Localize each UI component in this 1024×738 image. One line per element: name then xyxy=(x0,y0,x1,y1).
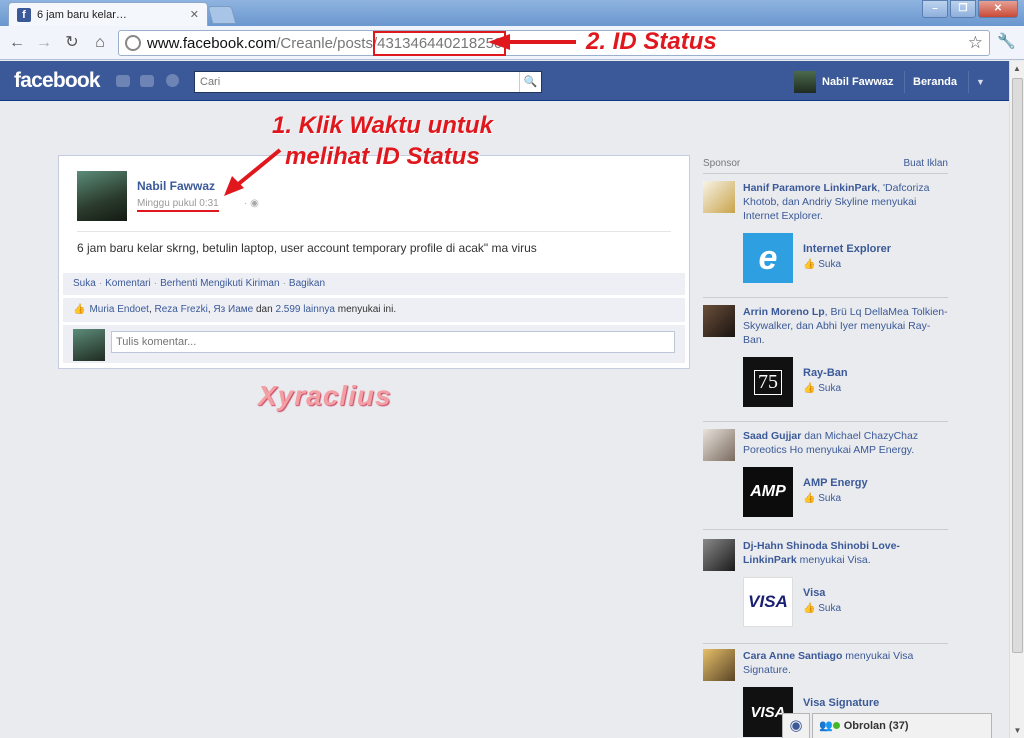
url-path: /Creanle/posts/ xyxy=(276,34,378,52)
ad-like-link[interactable]: 👍 Suka xyxy=(803,493,841,504)
back-icon[interactable]: ← xyxy=(6,32,28,54)
notifications-globe-icon[interactable] xyxy=(166,74,179,87)
scroll-thumb[interactable] xyxy=(1012,78,1023,653)
ad-page-name[interactable]: Internet Explorer xyxy=(803,243,891,255)
friend-avatar[interactable] xyxy=(703,305,735,337)
page-scrollbar[interactable]: ▲ ▼ xyxy=(1009,61,1024,738)
chat-globe-icon[interactable]: ◉ xyxy=(782,713,810,738)
url-host: www.facebook.com xyxy=(147,34,277,52)
search-box: 🔍 xyxy=(194,71,542,93)
create-ad-link[interactable]: Buat Iklan xyxy=(904,158,948,169)
reload-icon[interactable]: ↻ xyxy=(61,32,83,54)
tab-close-icon[interactable]: ✕ xyxy=(190,8,199,21)
ad-page-name[interactable]: Visa xyxy=(803,587,825,599)
amp-energy-logo-icon[interactable]: AMP xyxy=(743,467,793,517)
account-menu-chevron-down-icon[interactable]: ▼ xyxy=(968,71,992,93)
ad-like-link[interactable]: 👍 Suka xyxy=(803,259,841,270)
post-author[interactable]: Nabil Fawwaz xyxy=(137,179,215,193)
scroll-up-icon[interactable]: ▲ xyxy=(1010,61,1024,76)
annotation-step-2: 2. ID Status xyxy=(586,28,717,55)
sponsor-header: Sponsor Buat Iklan xyxy=(703,158,948,174)
search-icon[interactable]: 🔍 xyxy=(519,72,541,92)
ad-like-link[interactable]: 👍 Suka xyxy=(803,383,841,394)
page-info-icon[interactable] xyxy=(125,35,141,51)
friend-avatar[interactable] xyxy=(703,649,735,681)
online-status-icon xyxy=(832,722,840,729)
divider xyxy=(77,231,671,232)
ray-ban-logo-icon[interactable]: 75 xyxy=(743,357,793,407)
internet-explorer-logo-icon[interactable]: e xyxy=(743,233,793,283)
facebook-favicon-icon: f xyxy=(17,7,31,22)
watermark: Xyraclius xyxy=(258,380,392,411)
messages-icon[interactable] xyxy=(140,75,154,87)
tab-title: 6 jam baru kelar… xyxy=(37,8,127,21)
post-actions: Suka · Komentari · Berhenti Mengikuti Kirima… xyxy=(63,273,685,295)
friend-avatar[interactable] xyxy=(703,429,735,461)
avatar xyxy=(794,71,816,93)
liker-link[interactable]: Яз Иаме xyxy=(213,304,253,315)
restore-icon[interactable]: ❐ xyxy=(950,0,976,18)
liker-link[interactable]: Reza Frezki xyxy=(155,304,208,315)
friend-avatar[interactable] xyxy=(703,181,735,213)
annotation-arrow-1 xyxy=(224,148,282,196)
share-link[interactable]: Bagikan xyxy=(289,278,325,289)
chat-button[interactable]: 👥 Obrolan (37) xyxy=(812,713,992,738)
ad-page-name[interactable]: Ray-Ban xyxy=(803,367,848,379)
wrench-menu-icon[interactable]: 🔧 xyxy=(997,32,1016,50)
facebook-header: facebook 🔍 Nabil Fawwaz Beranda ▼ xyxy=(0,61,1009,101)
window-close-icon[interactable]: ✕ xyxy=(978,0,1018,18)
thumbs-up-icon: 👍 xyxy=(73,304,86,315)
new-tab-button[interactable] xyxy=(207,6,237,24)
author-avatar[interactable] xyxy=(77,171,127,221)
like-link[interactable]: Suka xyxy=(73,278,96,289)
annotation-step-1: 1. Klik Waktu untuk melihat ID Status xyxy=(272,112,493,170)
post-text: 6 jam baru kelar skrng, betulin laptop, … xyxy=(77,241,537,255)
status-post: Nabil Fawwaz Minggu pukul 0:31 · ◉ 6 jam… xyxy=(58,155,690,369)
home-icon[interactable]: ⌂ xyxy=(89,32,111,54)
post-timestamp[interactable]: Minggu pukul 0:31 xyxy=(137,198,219,212)
comment-link[interactable]: Komentari xyxy=(105,278,151,289)
scroll-down-icon[interactable]: ▼ xyxy=(1010,723,1024,738)
forward-icon[interactable]: → xyxy=(33,32,55,54)
avatar xyxy=(73,329,105,361)
browser-tab-bar: f 6 jam baru kelar… ✕ – ❐ ✕ xyxy=(0,0,1024,26)
ad-like-link[interactable]: 👍 Suka xyxy=(803,603,841,614)
visa-logo-icon[interactable]: VISA xyxy=(743,577,793,627)
public-globe-icon: · ◉ xyxy=(244,198,259,209)
sponsor-label: Sponsor xyxy=(703,158,741,169)
bookmark-star-icon[interactable]: ☆ xyxy=(968,33,983,53)
liker-link[interactable]: Muria Endoet xyxy=(89,304,148,315)
facebook-logo[interactable]: facebook xyxy=(14,69,101,93)
profile-name: Nabil Fawwaz xyxy=(822,76,894,88)
friend-requests-icon[interactable] xyxy=(116,75,130,87)
comment-box xyxy=(63,325,685,363)
minimize-icon[interactable]: – xyxy=(922,0,948,18)
ad-page-name[interactable]: Visa Signature xyxy=(803,697,879,709)
likes-summary: 👍 Muria Endoet, Reza Frezki, Яз Иаме dan … xyxy=(63,298,685,322)
url-status-id: 431346440218250 xyxy=(373,30,507,56)
ad-page-name[interactable]: AMP Energy xyxy=(803,477,868,489)
friend-avatar[interactable] xyxy=(703,539,735,571)
search-input[interactable] xyxy=(195,76,519,88)
sponsored-column: Sponsor Buat Iklan xyxy=(703,158,948,174)
comment-input[interactable] xyxy=(111,331,675,353)
home-link[interactable]: Beranda xyxy=(904,71,965,93)
likers-others-link[interactable]: 2.599 lainnya xyxy=(275,304,335,315)
window-controls: – ❐ ✕ xyxy=(922,0,1018,18)
unfollow-link[interactable]: Berhenti Mengikuti Kiriman xyxy=(160,278,280,289)
annotation-arrow-2 xyxy=(488,34,576,50)
people-icon: 👥 xyxy=(819,720,833,732)
browser-tab[interactable]: f 6 jam baru kelar… ✕ xyxy=(8,2,208,26)
profile-link[interactable]: Nabil Fawwaz xyxy=(794,71,894,93)
